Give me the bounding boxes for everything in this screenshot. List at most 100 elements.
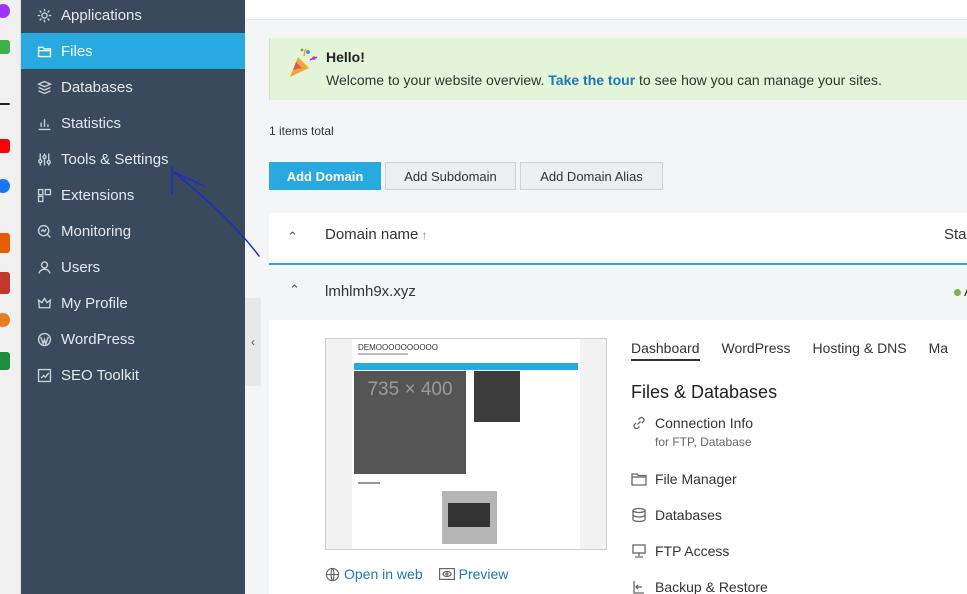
tool-label: FTP Access	[655, 543, 730, 559]
preview-page: DEMOOOOOOOOOO 735 × 400	[352, 339, 580, 549]
preview-tagline-line	[358, 353, 408, 355]
welcome-text: Welcome to your website overview.	[326, 72, 545, 88]
domain-row[interactable]: ⌃ lmhlmh9x.xyz A	[269, 263, 967, 320]
sidebar-item-label: WordPress	[61, 330, 135, 348]
tab-more[interactable]: Ma	[929, 340, 948, 361]
sidebar-item-label: Databases	[61, 78, 133, 96]
app-orange-icon[interactable]	[0, 233, 10, 253]
preview-nav-bar	[354, 363, 578, 370]
sidebar: Applications Files Databases Statistics …	[21, 0, 245, 594]
databases-link[interactable]: Databases	[631, 507, 722, 523]
backup-restore-link[interactable]: Backup & Restore	[631, 579, 768, 594]
green-app-icon[interactable]	[0, 40, 10, 54]
preview-card-inner	[448, 503, 490, 527]
sidebar-item-label: Extensions	[61, 186, 135, 204]
database-icon	[631, 507, 647, 523]
status-dot	[954, 289, 961, 296]
sidebar-item-label: Tools & Settings	[61, 150, 169, 168]
tab-wordpress[interactable]: WordPress	[722, 340, 791, 361]
site-preview-thumbnail[interactable]: DEMOOOOOOOOOO 735 × 400	[325, 338, 607, 550]
items-total: 1 items total	[269, 124, 334, 138]
sidebar-item-statistics[interactable]: Statistics	[21, 105, 245, 141]
youtube-icon[interactable]	[0, 139, 10, 153]
user-icon	[21, 259, 61, 276]
folder-icon	[631, 471, 647, 487]
preview-hero-text: 735 × 400	[367, 379, 453, 400]
sidebar-item-wordpress[interactable]: WordPress	[21, 321, 245, 357]
tab-dashboard[interactable]: Dashboard	[631, 340, 700, 361]
tab-hosting-dns[interactable]: Hosting & DNS	[812, 340, 906, 361]
monitor-search-icon	[21, 223, 61, 240]
sidebar-item-databases[interactable]: Databases	[21, 69, 245, 105]
sidebar-item-users[interactable]: Users	[21, 249, 245, 285]
eye-icon	[438, 568, 455, 580]
messenger-icon[interactable]	[0, 4, 10, 18]
sidebar-item-label: Users	[61, 258, 101, 276]
sidebar-item-label: My Profile	[61, 294, 128, 312]
sidebar-item-monitoring[interactable]: Monitoring	[21, 213, 245, 249]
add-domain-button[interactable]: Add Domain	[269, 162, 381, 190]
puzzle-icon	[21, 187, 61, 204]
preview-links: Open in web Preview	[325, 566, 508, 582]
open-in-web-link[interactable]: Open in web	[325, 566, 423, 582]
preview-site-title: DEMOOOOOOOOOO	[358, 343, 439, 352]
gear-icon	[21, 7, 61, 24]
app-red-icon[interactable]	[0, 272, 10, 294]
bar-chart-icon	[21, 115, 61, 132]
column-domain-name[interactable]: Domain name ↑	[325, 226, 427, 243]
sidebar-item-label: Applications	[61, 6, 142, 24]
sidebar-item-label: Monitoring	[61, 222, 132, 240]
tool-label: Backup & Restore	[655, 579, 768, 594]
sheets-icon[interactable]	[0, 352, 10, 370]
taskbar	[0, 0, 21, 594]
tool-label: Connection Info	[655, 415, 754, 431]
sidebar-item-files[interactable]: Files	[21, 33, 245, 69]
main-content: Hello! Welcome to your website overview.…	[245, 20, 967, 594]
welcome-message: Welcome to your website overview. Take t…	[326, 72, 882, 88]
domain-name[interactable]: lmhlmh9x.xyz	[325, 283, 416, 300]
take-tour-link[interactable]: Take the tour	[548, 72, 635, 88]
colorful-app-icon[interactable]	[0, 313, 10, 327]
ftp-access-link[interactable]: FTP Access	[631, 543, 729, 559]
top-bar	[245, 0, 967, 20]
column-status[interactable]: Stat	[944, 226, 967, 243]
welcome-title: Hello!	[326, 49, 365, 65]
collapse-caret-icon[interactable]: ⌃	[289, 282, 300, 298]
connection-info-link[interactable]: Connection Info for FTP, Database	[631, 415, 753, 449]
preview-text-line	[358, 482, 380, 484]
sort-arrow-icon: ↑	[421, 228, 428, 242]
facebook-icon[interactable]	[0, 179, 10, 193]
sidebar-item-extensions[interactable]: Extensions	[21, 177, 245, 213]
preview-label: Preview	[458, 566, 509, 582]
welcome-text-end: to see how you can manage your sites.	[639, 72, 882, 88]
folder-icon	[21, 43, 61, 60]
add-domain-alias-button[interactable]: Add Domain Alias	[520, 162, 663, 190]
sliders-icon	[21, 151, 61, 168]
domain-tabs: Dashboard WordPress Hosting & DNS Ma	[631, 340, 948, 361]
dash-icon[interactable]	[0, 103, 10, 105]
sidebar-item-tools-settings[interactable]: Tools & Settings	[21, 141, 245, 177]
welcome-banner: Hello! Welcome to your website overview.…	[269, 38, 967, 100]
sidebar-item-my-profile[interactable]: My Profile	[21, 285, 245, 321]
backup-icon	[631, 579, 647, 594]
file-manager-link[interactable]: File Manager	[631, 471, 737, 487]
party-popper-icon	[290, 48, 318, 77]
add-subdomain-button[interactable]: Add Subdomain	[385, 162, 516, 190]
link-icon	[631, 415, 647, 431]
column-label: Domain name	[325, 226, 419, 243]
sidebar-item-seo-toolkit[interactable]: SEO Toolkit	[21, 357, 245, 393]
preview-link[interactable]: Preview	[438, 566, 509, 582]
globe-icon	[325, 567, 340, 581]
sidebar-item-label: SEO Toolkit	[61, 366, 140, 384]
tool-label: File Manager	[655, 471, 737, 487]
sidebar-item-label: Files	[61, 42, 93, 60]
expand-all-icon[interactable]: ⌃	[287, 229, 298, 245]
domain-table-header: ⌃ Domain name↑ Stat	[269, 213, 967, 263]
open-in-web-label: Open in web	[344, 566, 423, 582]
wordpress-icon	[21, 331, 61, 348]
domain-details: DEMOOOOOOOOOO 735 × 400 Open in web Prev…	[269, 320, 967, 594]
database-icon	[21, 79, 61, 96]
sidebar-item-applications[interactable]: Applications	[21, 0, 245, 33]
tool-sublabel: for FTP, Database	[655, 435, 752, 449]
crown-icon	[21, 295, 61, 312]
